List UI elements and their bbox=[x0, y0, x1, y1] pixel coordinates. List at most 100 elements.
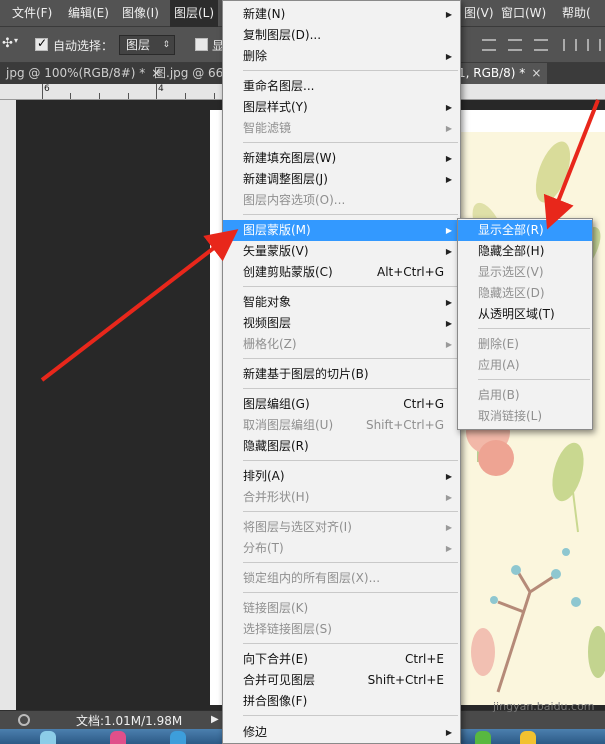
menu-separator bbox=[243, 511, 458, 512]
layer-menu-item[interactable]: 视频图层 ▶ bbox=[223, 313, 460, 334]
menu-item-shortcut: Ctrl+G bbox=[403, 397, 444, 411]
layer-menu-item[interactable]: 创建剪贴蒙版(C) Alt+Ctrl+G bbox=[223, 262, 460, 283]
menu-item-label: 重命名图层... bbox=[243, 79, 315, 93]
taskbar-app-icon[interactable] bbox=[520, 731, 536, 744]
taskbar-app-icon[interactable] bbox=[40, 731, 56, 744]
tab-document-3[interactable]: 1, RGB/8) * × bbox=[452, 63, 548, 84]
layer-menu-item[interactable]: 分布(T) ▶ bbox=[223, 538, 460, 559]
menu-edit[interactable]: 编辑(E) bbox=[64, 0, 113, 27]
menu-help[interactable]: 帮助( bbox=[558, 0, 595, 27]
menu-item-label: 复制图层(D)... bbox=[243, 28, 322, 42]
close-icon[interactable]: × bbox=[531, 66, 541, 80]
align-hcenter-icon[interactable] bbox=[587, 39, 601, 51]
mask-submenu-item[interactable]: 从透明区域(T) bbox=[458, 304, 592, 325]
mask-submenu-item[interactable]: 取消链接(L) bbox=[458, 406, 592, 427]
menu-separator bbox=[243, 715, 458, 716]
layer-menu-item[interactable]: 栅格化(Z) ▶ bbox=[223, 334, 460, 355]
mask-submenu-item[interactable]: 显示选区(V) bbox=[458, 262, 592, 283]
mask-submenu-item[interactable]: 删除(E) bbox=[458, 334, 592, 355]
menu-separator bbox=[243, 592, 458, 593]
align-left-icon[interactable] bbox=[563, 39, 577, 51]
menu-item-label: 修边 bbox=[243, 725, 268, 739]
menu-separator bbox=[478, 379, 590, 380]
taskbar-app-icon[interactable] bbox=[475, 731, 491, 744]
menu-item-label: 应用(A) bbox=[478, 358, 520, 372]
layer-menu-item[interactable]: 图层内容选项(O)... bbox=[223, 190, 460, 211]
menu-item-label: 显示选区(V) bbox=[478, 265, 544, 279]
menu-view[interactable]: 图(V) bbox=[460, 0, 498, 27]
layer-menu-item[interactable]: 链接图层(K) bbox=[223, 598, 460, 619]
layer-menu-item[interactable]: 重命名图层... bbox=[223, 76, 460, 97]
layer-menu-item[interactable]: 选择链接图层(S) bbox=[223, 619, 460, 640]
auto-select-label: 自动选择： bbox=[53, 39, 114, 53]
show-transform-checkbox[interactable] bbox=[195, 38, 208, 51]
menu-separator bbox=[243, 388, 458, 389]
menu-image[interactable]: 图像(I) bbox=[118, 0, 163, 27]
menu-layer[interactable]: 图层(L) bbox=[170, 0, 219, 27]
menu-item-label: 取消图层编组(U) bbox=[243, 418, 334, 432]
layer-menu-item[interactable]: 删除 ▶ bbox=[223, 46, 460, 67]
mask-submenu-item[interactable]: 显示全部(R) bbox=[458, 220, 592, 241]
menu-separator bbox=[243, 643, 458, 644]
status-expand-icon[interactable]: ▶ bbox=[211, 714, 219, 725]
menu-separator bbox=[243, 70, 458, 71]
vertical-ruler bbox=[0, 100, 16, 710]
menu-separator bbox=[243, 460, 458, 461]
menu-item-shortcut: Alt+Ctrl+G bbox=[376, 265, 444, 279]
layer-menu-item[interactable]: 复制图层(D)... bbox=[223, 25, 460, 46]
layer-menu-item[interactable]: 取消图层编组(U) Shift+Ctrl+G bbox=[223, 415, 460, 436]
taskbar-app-icon[interactable] bbox=[170, 731, 186, 744]
layer-menu-item[interactable]: 新建填充图层(W) ▶ bbox=[223, 148, 460, 169]
tool-preset-dropdown-icon[interactable]: ▾ bbox=[14, 36, 18, 45]
layer-menu-item[interactable]: 新建(N) ▶ bbox=[223, 4, 460, 25]
menu-item-label: 智能对象 bbox=[243, 295, 292, 309]
menu-item-label: 将图层与选区对齐(I) bbox=[243, 520, 352, 534]
menu-item-label: 新建(N) bbox=[243, 7, 286, 21]
submenu-arrow-icon: ▶ bbox=[445, 340, 452, 349]
layer-menu-item[interactable]: 排列(A) ▶ bbox=[223, 466, 460, 487]
menu-item-label: 显示全部(R) bbox=[478, 223, 544, 237]
align-vcenter-icon[interactable] bbox=[508, 39, 522, 51]
align-top-icon[interactable] bbox=[482, 39, 496, 51]
status-menu-icon[interactable] bbox=[18, 714, 30, 726]
layer-menu: 新建(N) ▶ 复制图层(D)... 删除 ▶ 重命名图层... 图层样式(Y) ▶ 智能滤镜 ▶… bbox=[222, 0, 461, 744]
auto-select-checkbox[interactable] bbox=[35, 36, 48, 51]
menu-item-label: 拼合图像(F) bbox=[243, 694, 308, 708]
align-bottom-icon[interactable] bbox=[534, 39, 548, 51]
auto-select-dropdown[interactable]: 图层 ⇕ bbox=[119, 35, 175, 55]
layer-menu-item[interactable]: 将图层与选区对齐(I) ▶ bbox=[223, 517, 460, 538]
layer-menu-item[interactable]: 拼合图像(F) bbox=[223, 691, 460, 712]
layer-menu-item[interactable]: 新建基于图层的切片(B) bbox=[223, 364, 460, 385]
layer-menu-item[interactable]: 矢量蒙版(V) ▶ bbox=[223, 241, 460, 262]
layer-menu-item[interactable]: 智能对象 ▶ bbox=[223, 292, 460, 313]
layer-menu-item[interactable]: 智能滤镜 ▶ bbox=[223, 118, 460, 139]
menu-file[interactable]: 文件(F) bbox=[8, 0, 56, 27]
mask-submenu-item[interactable]: 隐藏全部(H) bbox=[458, 241, 592, 262]
menu-item-label: 新建填充图层(W) bbox=[243, 151, 337, 165]
layer-menu-item[interactable]: 锁定组内的所有图层(X)... bbox=[223, 568, 460, 589]
layer-menu-item[interactable]: 图层编组(G) Ctrl+G bbox=[223, 394, 460, 415]
tab-document-1[interactable]: jpg @ 100%(RGB/8#) * × bbox=[0, 63, 167, 84]
layer-mask-submenu: 显示全部(R) 隐藏全部(H) 显示选区(V) 隐藏选区(D) 从透明区域(T) 删除(E… bbox=[457, 218, 593, 430]
move-tool-icon[interactable]: ✣ bbox=[2, 36, 13, 51]
mask-submenu-item[interactable]: 启用(B) bbox=[458, 385, 592, 406]
layer-menu-item[interactable]: 隐藏图层(R) bbox=[223, 436, 460, 457]
menu-item-label: 隐藏图层(R) bbox=[243, 439, 309, 453]
layer-menu-item[interactable]: 合并形状(H) ▶ bbox=[223, 487, 460, 508]
layer-menu-item[interactable]: 新建调整图层(J) ▶ bbox=[223, 169, 460, 190]
menu-item-label: 取消链接(L) bbox=[478, 409, 543, 423]
tab-document-2[interactable]: 图.jpg @ 66. bbox=[148, 63, 233, 84]
mask-submenu-item[interactable]: 隐藏选区(D) bbox=[458, 283, 592, 304]
mask-submenu-item[interactable]: 应用(A) bbox=[458, 355, 592, 376]
layer-menu-item[interactable]: 图层样式(Y) ▶ bbox=[223, 97, 460, 118]
layer-menu-item[interactable]: 修边 ▶ bbox=[223, 722, 460, 743]
layer-menu-item[interactable]: 合并可见图层 Shift+Ctrl+E bbox=[223, 670, 460, 691]
menu-window[interactable]: 窗口(W) bbox=[497, 0, 550, 27]
layer-menu-item[interactable]: 向下合并(E) Ctrl+E bbox=[223, 649, 460, 670]
layer-menu-item[interactable]: 图层蒙版(M) ▶ bbox=[223, 220, 460, 241]
menu-item-label: 从透明区域(T) bbox=[478, 307, 555, 321]
menu-separator bbox=[243, 142, 458, 143]
menu-item-label: 锁定组内的所有图层(X)... bbox=[243, 571, 381, 585]
menu-item-label: 排列(A) bbox=[243, 469, 285, 483]
taskbar-app-icon[interactable] bbox=[110, 731, 126, 744]
